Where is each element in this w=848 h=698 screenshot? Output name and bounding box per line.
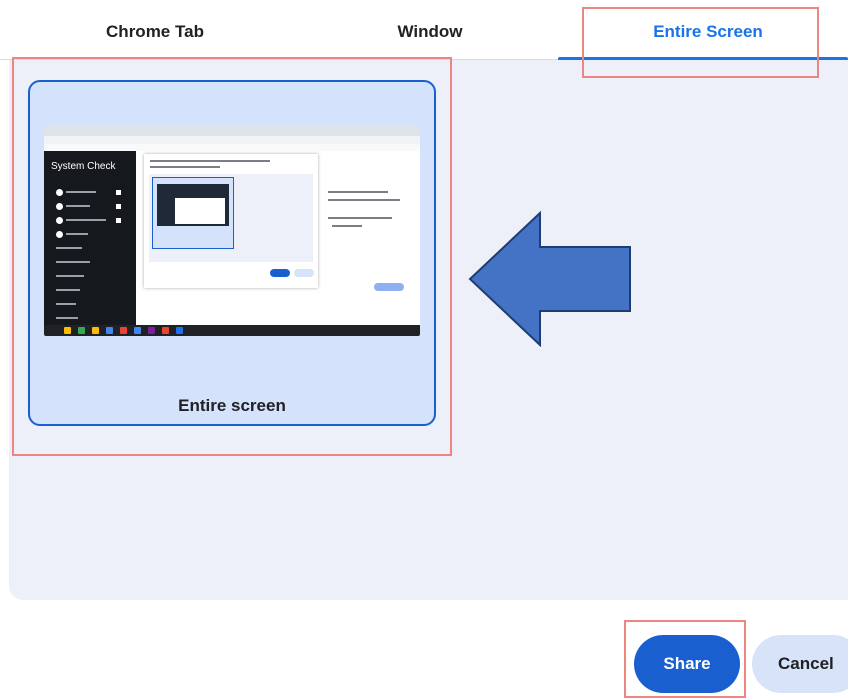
thumb-taskbar [44,325,420,336]
thumb-line [328,191,388,193]
tab-window[interactable]: Window [370,22,490,52]
thumb-check-icon [56,189,63,196]
thumb-check-icon [56,203,63,210]
thumb-next-button [374,283,404,291]
thumb-line [328,199,400,201]
thumb-taskbar-icon [78,327,85,334]
thumb-line [56,261,90,263]
thumb-taskbar-icon [106,327,113,334]
thumb-dialog-panel [149,174,313,262]
thumb-line [66,219,106,221]
screen-share-picker: Chrome Tab Window Entire Screen System C… [0,0,848,698]
arrow-left-icon [468,211,631,347]
tab-entire-screen[interactable]: Entire Screen [628,22,788,52]
tab-chrome-tab[interactable]: Chrome Tab [95,22,215,52]
thumb-taskbar-icon [120,327,127,334]
thumb-line [56,289,80,291]
thumb-sidebar-title: System Check [51,161,116,172]
thumb-taskbar-icon [92,327,99,334]
thumb-checkbox-icon [116,190,121,195]
thumb-line [66,233,88,235]
thumb-browser-tabbar [44,126,420,136]
thumb-address-bar [44,136,420,144]
thumb-line [150,160,270,162]
thumb-mini-window [175,198,225,224]
thumb-cancel-button [294,269,314,277]
thumb-line [66,205,90,207]
thumb-checkbox-icon [116,204,121,209]
thumb-line [66,191,96,193]
share-button[interactable]: Share [634,635,740,693]
thumb-taskbar-icon [134,327,141,334]
thumb-line [332,225,362,227]
thumb-mini-card [152,177,234,249]
thumb-line [56,317,78,319]
thumb-taskbar-icon [64,327,71,334]
screen-source-card[interactable]: System Check Entire screen [28,80,436,426]
thumb-bookmarks-bar [44,144,420,151]
thumb-checkbox-icon [116,218,121,223]
thumb-mini-screen [157,184,229,226]
source-type-tabs: Chrome Tab Window Entire Screen [0,0,848,64]
thumb-right-panel [322,151,420,325]
thumb-share-dialog [144,154,318,288]
thumb-check-icon [56,217,63,224]
thumb-line [150,166,220,168]
thumb-check-icon [56,231,63,238]
source-card-label: Entire screen [178,396,286,415]
thumb-line [56,275,84,277]
thumb-taskbar-icon [148,327,155,334]
thumb-line [56,303,76,305]
cancel-button[interactable]: Cancel [752,635,848,693]
thumb-taskbar-icon [176,327,183,334]
thumb-sidebar: System Check [44,151,136,325]
thumb-taskbar-icon [162,327,169,334]
thumb-line [56,247,82,249]
thumb-line [328,217,392,219]
thumb-share-button [270,269,290,277]
screen-thumbnail: System Check [44,126,420,336]
